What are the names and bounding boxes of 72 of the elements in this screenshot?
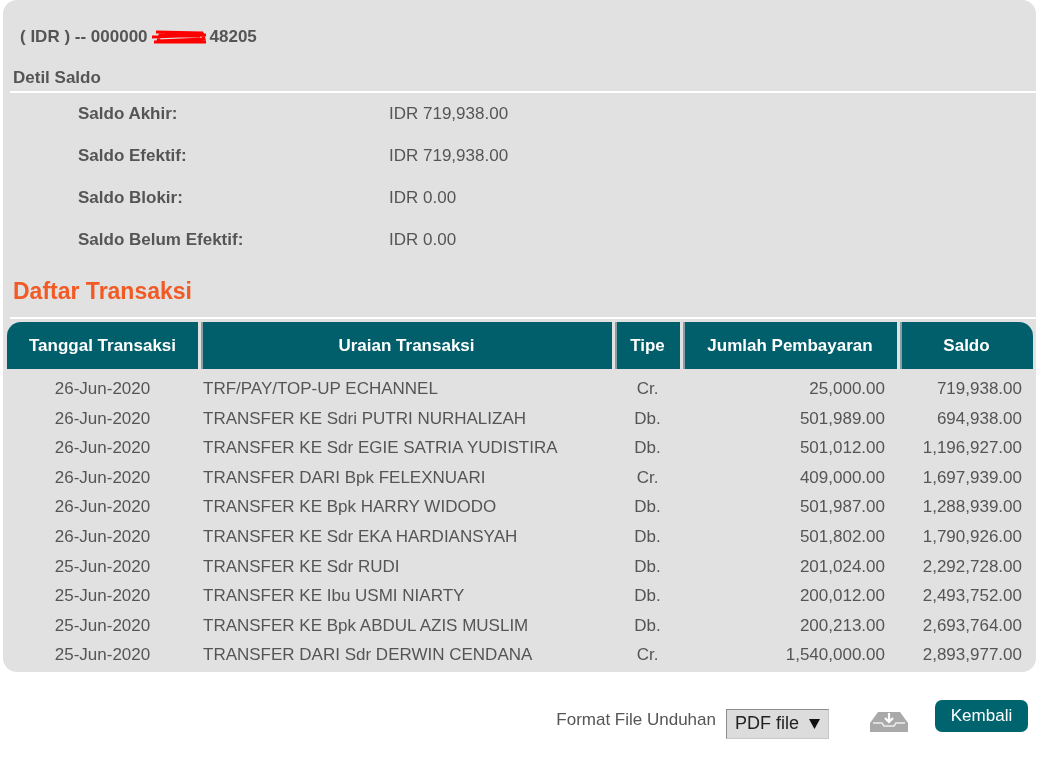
column-header: Jumlah Pembayaran [683, 322, 897, 369]
table-cell-text: Cr. [635, 378, 660, 400]
table-cell-text: 409,000.00 [798, 466, 886, 489]
table-cell-text: TRF/PAY/TOP-UP ECHANNEL [202, 378, 439, 400]
balance-value: IDR 0.00 [389, 229, 457, 251]
balance-value: IDR 719,938.00 [389, 145, 509, 167]
account-number-prefix: ( IDR ) -- 000000 [20, 26, 148, 48]
table-cell-text: 25-Jun-2020 [53, 644, 152, 667]
table-cell-text: TRANSFER DARI Bpk FELEXNUARI [202, 466, 487, 489]
table-cell-text: 26-Jun-2020 [53, 407, 152, 430]
table-cell-text: TRANSFER DARI Sdr DERWIN CENDANA [202, 644, 534, 667]
balance-label: Saldo Belum Efektif: [77, 229, 245, 251]
table-cell-text: 501,802.00 [798, 525, 886, 548]
table-cell-text: Db. [633, 407, 662, 430]
table-cell-text: Db. [633, 525, 662, 548]
balance-label: Saldo Akhir: [77, 103, 179, 125]
table-cell-text: TRANSFER KE Ibu USMI NIARTY [202, 585, 466, 608]
format-dropdown[interactable]: PDF file [726, 708, 829, 739]
table-cell-text: Db. [633, 437, 662, 460]
table-cell-text: 1,540,000.00 [784, 644, 886, 667]
balance-value: IDR 719,938.00 [389, 103, 509, 125]
table-cell-text: Cr. [635, 644, 660, 667]
table-cell-text: 200,012.00 [798, 585, 886, 608]
table-cell-text: Db. [633, 585, 662, 608]
table-cell-text: 2,693,764.00 [921, 614, 1023, 637]
table-cell-text: 2,893,977.00 [921, 644, 1023, 667]
table-cell-text: 26-Jun-2020 [53, 378, 152, 400]
column-header: Tipe [615, 322, 680, 369]
table-cell-text: 694,938.00 [935, 407, 1023, 430]
table-cell-text: Db. [633, 496, 662, 519]
column-header: Saldo [900, 322, 1033, 369]
table-cell-text: Db. [633, 555, 662, 578]
table-cell-text: TRANSFER KE Sdri PUTRI NURHALIZAH [202, 407, 528, 430]
table-cell-text: TRANSFER KE Sdr RUDI [202, 555, 401, 578]
table-cell-text: 26-Jun-2020 [53, 437, 152, 460]
download-icon[interactable] [870, 709, 908, 732]
table-cell-text: 501,987.00 [798, 496, 886, 519]
table-cell-text: TRANSFER KE Bpk ABDUL AZIS MUSLIM [202, 614, 530, 637]
section-title: Detil Saldo [12, 67, 102, 89]
table-cell-text: 2,493,752.00 [921, 585, 1023, 608]
table-cell-text: 1,790,926.00 [921, 525, 1023, 548]
table-cell-text: TRANSFER KE Sdr EKA HARDIANSYAH [202, 525, 519, 548]
table-cell-text: 1,697,939.00 [921, 466, 1023, 489]
table-cell-text: 25-Jun-2020 [53, 614, 152, 637]
table-cell-text: 26-Jun-2020 [53, 466, 152, 489]
back-button[interactable]: Kembali [935, 699, 1028, 732]
table-cell-text: 719,938.00 [935, 378, 1023, 400]
table-cell-text: 201,024.00 [798, 555, 886, 578]
table-cell-text: Db. [633, 614, 662, 637]
table-cell-text: 2,292,728.00 [921, 555, 1023, 578]
table-cell-text: 25-Jun-2020 [53, 555, 152, 578]
table-cell-text: 1,288,939.00 [921, 496, 1023, 519]
table-cell-text: 501,989.00 [798, 407, 886, 430]
table-cell-text: 25-Jun-2020 [53, 585, 152, 608]
account-number-suffix: 48205 [209, 26, 257, 48]
format-label: Format File Unduhan [556, 708, 716, 731]
column-header: Tanggal Transaksi [7, 322, 198, 369]
section-title: Daftar Transaksi [12, 277, 193, 306]
caret-icon [809, 718, 820, 729]
table-cell-text: 501,012.00 [798, 437, 886, 460]
table-cell-text: 200,213.00 [798, 614, 886, 637]
balance-label: Saldo Blokir: [77, 187, 184, 209]
table-cell-text: 25,000.00 [808, 378, 886, 400]
table-cell-text: 1,196,927.00 [921, 437, 1023, 460]
table-cell-text: TRANSFER KE Sdr EGIE SATRIA YUDISTIRA [202, 437, 559, 460]
table-cell-text: 26-Jun-2020 [53, 525, 152, 548]
column-header: Uraian Transaksi [201, 322, 612, 369]
balance-value: IDR 0.00 [389, 187, 457, 209]
balance-label: Saldo Efektif: [77, 145, 188, 167]
table-cell-text: Cr. [635, 466, 660, 489]
table-cell-text: TRANSFER KE Bpk HARRY WIDODO [202, 496, 498, 519]
table-cell-text: 26-Jun-2020 [53, 496, 152, 519]
